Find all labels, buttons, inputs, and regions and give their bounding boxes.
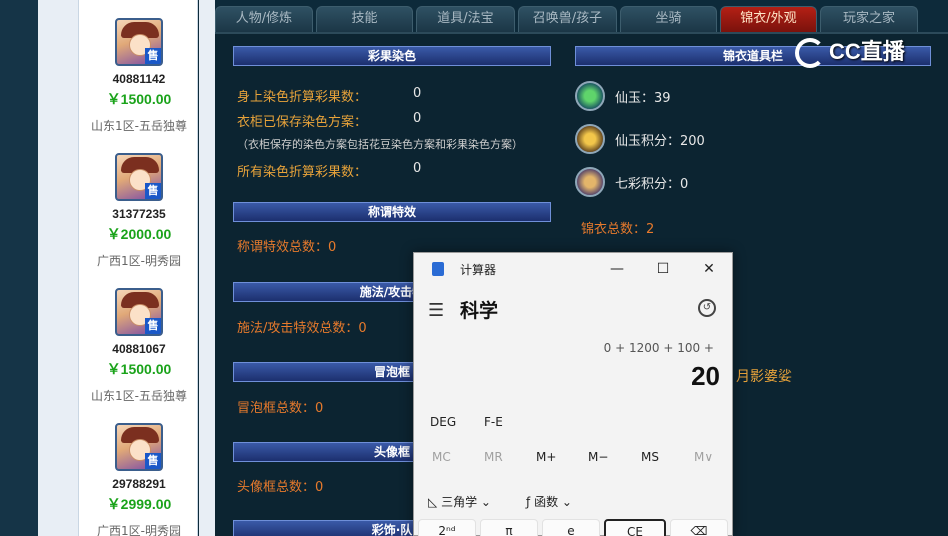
maximize-button[interactable]: ☐	[640, 253, 686, 285]
sell-badge: 售	[145, 318, 161, 334]
tab-pets[interactable]: 召唤兽/孩子	[518, 6, 617, 32]
memory-subtract-button[interactable]: M−	[588, 450, 608, 464]
calculator-expression: 0 + 1200 + 100 +	[603, 341, 714, 355]
tab-player-home[interactable]: 玩家之家	[820, 6, 918, 32]
calculator-titlebar[interactable]: 计算器 — ☐ ✕	[414, 253, 732, 285]
memory-clear-button[interactable]: MC	[432, 450, 451, 464]
seller-card[interactable]: 售 40881067 ￥1500.00 山东1区-五岳独尊	[79, 288, 199, 404]
calculator-app-icon	[432, 262, 444, 276]
e-key[interactable]: e	[542, 519, 600, 536]
second-function-key[interactable]: 2ⁿᵈ	[418, 519, 476, 536]
calculator-result: 20	[691, 361, 720, 391]
seller-card[interactable]: 售 40881142 ￥1500.00 山东1区-五岳独尊	[79, 18, 199, 134]
tab-items[interactable]: 道具/法宝	[416, 6, 515, 32]
seller-card[interactable]: 售 31377235 ￥2000.00 广西1区-明秀园	[79, 153, 199, 269]
xianyu-points: 仙玉积分：200	[615, 134, 705, 149]
sell-badge: 售	[145, 183, 161, 199]
calculator-mode: 科学	[460, 300, 499, 322]
watermark-text: CC直播	[829, 39, 905, 64]
xianyu-balance: 仙玉：39	[615, 91, 671, 106]
trig-dropdown[interactable]: ◺ 三角学 ⌄	[428, 493, 491, 510]
triangle-icon: ◺	[428, 495, 438, 509]
seller-price: ￥2000.00	[106, 226, 172, 242]
qicai-points: 七彩积分：0	[615, 177, 689, 192]
section-title-effect: 称谓特效	[233, 202, 551, 222]
minimize-button[interactable]: —	[594, 253, 640, 285]
dye-body-value: 0	[413, 86, 422, 101]
calculator-window[interactable]: 计算器 — ☐ ✕ ☰ 科学 ↺ 0 + 1200 + 100 + 20 DEG…	[413, 252, 733, 536]
seller-id: 40881067	[112, 342, 166, 356]
memory-list-button[interactable]: M∨	[694, 450, 713, 464]
seller-card[interactable]: 售 29788291 ￥2999.00 广西1区-明秀园	[79, 423, 199, 536]
seller-price: ￥2999.00	[106, 496, 172, 512]
dye-total-value: 0	[413, 161, 422, 176]
rainbow-icon	[575, 167, 605, 197]
left-background-strip	[0, 0, 40, 536]
function-dropdown[interactable]: ƒ 函数 ⌄	[526, 493, 572, 510]
tab-skills[interactable]: 技能	[316, 6, 413, 32]
wardrobe-total: 锦衣总数：2	[581, 222, 655, 237]
tab-character[interactable]: 人物/修炼	[215, 6, 313, 32]
seller-server: 广西1区-明秀园	[97, 524, 181, 536]
seller-server: 山东1区-五岳独尊	[91, 389, 187, 403]
watermark-logo-icon	[795, 38, 825, 69]
title-effect-count: 称谓特效总数：0	[237, 240, 337, 255]
character-avatar[interactable]: 售	[115, 288, 163, 336]
dye-body-label: 身上染色折算彩果数：	[237, 90, 368, 105]
seller-id: 31377235	[112, 207, 166, 221]
sell-badge: 售	[145, 48, 161, 64]
character-avatar[interactable]: 售	[115, 423, 163, 471]
dye-note: （衣柜保存的染色方案包括花豆染色方案和彩果染色方案）	[237, 138, 523, 151]
trig-label: 三角学	[441, 495, 478, 509]
coupon-icon	[575, 124, 605, 154]
avatar-frame-count: 头像框总数：0	[237, 480, 324, 495]
outfit-name: 月影婆娑	[736, 369, 792, 385]
memory-store-button[interactable]: MS	[641, 450, 659, 464]
seller-price: ￥1500.00	[106, 91, 172, 107]
close-button[interactable]: ✕	[686, 253, 732, 285]
backspace-key[interactable]: ⌫	[670, 519, 728, 536]
memory-recall-button[interactable]: MR	[484, 450, 503, 464]
seller-id: 29788291	[112, 477, 166, 491]
chevron-down-icon: ⌄	[561, 495, 572, 509]
bubble-count: 冒泡框总数：0	[237, 401, 324, 416]
memory-add-button[interactable]: M+	[536, 450, 556, 464]
character-avatar[interactable]: 售	[115, 18, 163, 66]
calculator-title: 计算器	[460, 263, 497, 277]
tab-mounts[interactable]: 坐骑	[620, 6, 717, 32]
section-dye-title: 彩果染色	[233, 46, 551, 66]
fe-toggle[interactable]: F-E	[484, 415, 503, 429]
seller-price: ￥1500.00	[106, 361, 172, 377]
history-icon[interactable]: ↺	[698, 299, 716, 317]
dye-wardrobe-label: 衣柜已保存染色方案：	[237, 115, 368, 130]
seller-list: 售 40881142 ￥1500.00 山东1区-五岳独尊 售 31377235…	[78, 0, 198, 536]
clear-entry-key[interactable]: CE	[604, 519, 666, 536]
chevron-down-icon: ⌄	[480, 495, 491, 509]
stream-watermark: CC直播	[795, 34, 935, 69]
dye-total-label: 所有染色折算彩果数：	[237, 165, 368, 180]
panel-gap	[199, 0, 215, 536]
cast-effect-count: 施法/攻击特效总数：0	[237, 321, 367, 336]
function-label: 函数	[534, 495, 559, 509]
seller-server: 广西1区-明秀园	[97, 254, 181, 268]
pi-key[interactable]: π	[480, 519, 538, 536]
deg-toggle[interactable]: DEG	[430, 415, 456, 429]
sell-badge: 售	[145, 453, 161, 469]
character-avatar[interactable]: 售	[115, 153, 163, 201]
seller-server: 山东1区-五岳独尊	[91, 119, 187, 133]
seller-id: 40881142	[112, 72, 166, 86]
tab-appearance[interactable]: 锦衣/外观	[720, 6, 817, 32]
dye-wardrobe-value: 0	[413, 111, 422, 126]
hamburger-menu-icon[interactable]: ☰	[428, 300, 444, 321]
jade-icon	[575, 81, 605, 111]
function-icon: ƒ	[526, 495, 531, 509]
left-page-margin	[38, 0, 78, 536]
